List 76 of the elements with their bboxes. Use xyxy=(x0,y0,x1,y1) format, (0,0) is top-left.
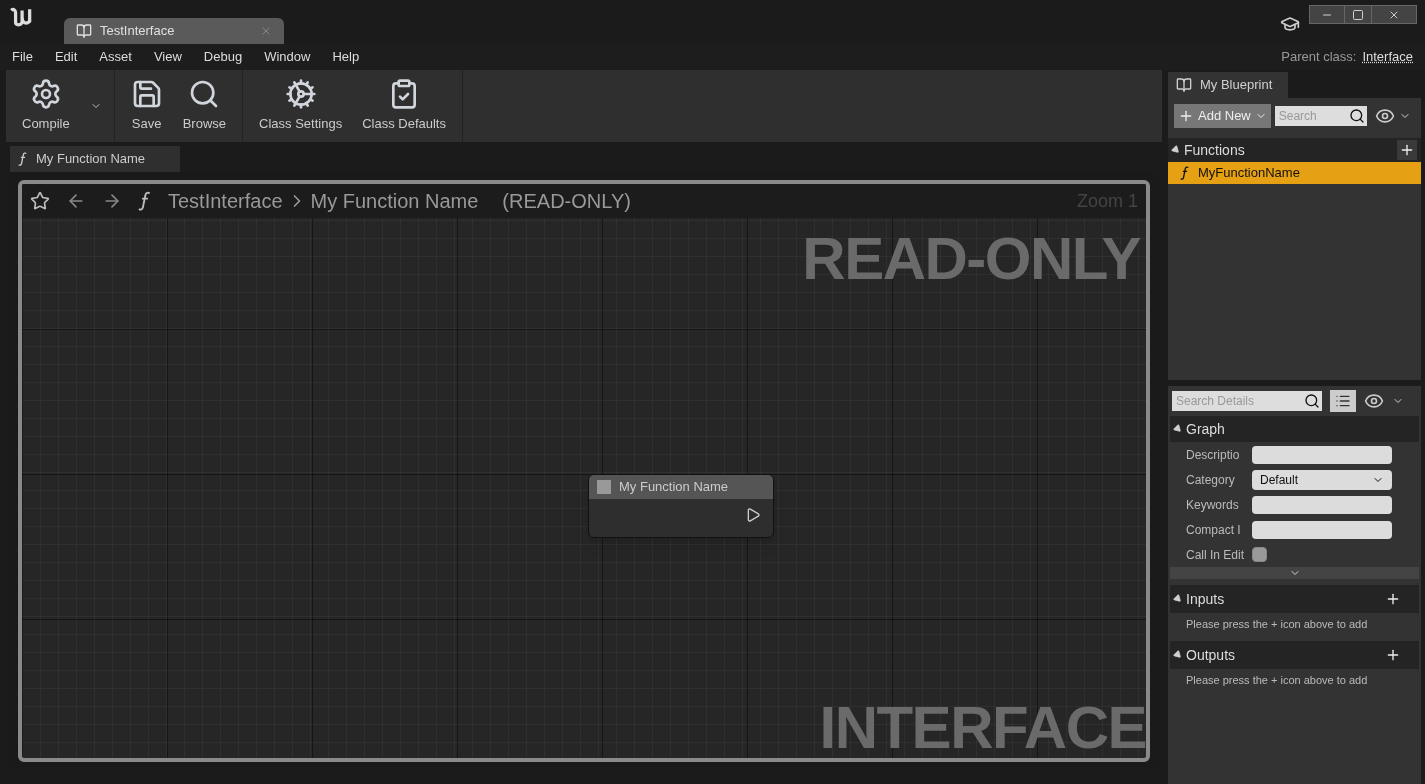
read-only-label: (READ-ONLY) xyxy=(502,189,631,214)
collapse-icon xyxy=(1172,593,1184,605)
read-only-overlay: READ-ONLY xyxy=(802,224,1140,294)
section-header[interactable]: Functions xyxy=(1168,138,1421,162)
plus-icon xyxy=(1178,108,1194,124)
property-label: Descriptio xyxy=(1185,446,1241,464)
interface-overlay: INTERFACE xyxy=(819,698,1146,758)
search-icon[interactable] xyxy=(1346,106,1367,126)
category-dropdown[interactable]: Default xyxy=(1252,469,1392,490)
section-title: Inputs xyxy=(1186,589,1226,609)
function-icon xyxy=(1180,165,1190,181)
toolbar-button[interactable]: Browse xyxy=(178,78,231,134)
search-details-field[interactable]: Search Details xyxy=(1172,391,1302,411)
breadcrumb-item[interactable]: TestInterface xyxy=(168,186,283,216)
menu-item[interactable]: Asset xyxy=(99,47,132,67)
text-field[interactable] xyxy=(1252,520,1392,539)
menu-item[interactable]: Edit xyxy=(54,47,78,67)
add-button[interactable] xyxy=(1397,140,1417,160)
function-icon xyxy=(138,190,152,212)
toolbar-button[interactable]: Class Settings xyxy=(255,78,347,134)
property-label: Keywords xyxy=(1185,496,1240,514)
function-node[interactable]: My Function Name xyxy=(588,474,774,538)
list-icon xyxy=(1335,393,1351,409)
minimize-button[interactable] xyxy=(1310,6,1344,23)
function-icon xyxy=(18,151,28,167)
hint-text: Please press the + icon above to add xyxy=(1186,616,1368,632)
property-label: Category xyxy=(1185,471,1236,489)
property-label: Call In Edit xyxy=(1185,546,1246,564)
hint-text: Please press the + icon above to add xyxy=(1186,672,1368,688)
eye-icon[interactable] xyxy=(1374,106,1395,126)
section-title: Functions xyxy=(1184,140,1246,160)
toolbar-button[interactable]: Compile xyxy=(18,78,74,134)
menu-item[interactable]: Help xyxy=(332,47,360,67)
tab-title: TestInterface xyxy=(100,22,176,41)
search-icon[interactable] xyxy=(1302,391,1322,411)
property-label: Compact I xyxy=(1185,521,1242,539)
parent-class-link[interactable]: Interface xyxy=(1362,47,1413,67)
exec-pin-icon[interactable] xyxy=(745,507,761,523)
function-name: MyFunctionName xyxy=(1198,164,1300,183)
collapse-icon xyxy=(1172,649,1184,661)
section-title: Graph xyxy=(1186,419,1225,439)
collapse-icon xyxy=(1172,423,1184,435)
menu-item[interactable]: Debug xyxy=(203,47,243,67)
node-icon xyxy=(597,480,611,494)
maximize-icon xyxy=(1352,8,1364,21)
section-header[interactable]: Inputs xyxy=(1170,585,1419,613)
breadcrumb-item[interactable]: My Function Name xyxy=(310,186,479,216)
checkbox[interactable] xyxy=(1252,547,1267,562)
menu-item[interactable]: View xyxy=(153,47,182,67)
collapse-icon xyxy=(1170,144,1182,156)
section-header[interactable]: Graph xyxy=(1170,416,1419,442)
gear-icon xyxy=(284,78,317,111)
document-tab[interactable]: TestInterface xyxy=(64,18,284,44)
tab-title: My Function Name xyxy=(36,150,147,169)
eye-icon[interactable] xyxy=(1364,391,1384,411)
toolbar-button[interactable]: Class Defaults xyxy=(358,78,450,134)
text-field[interactable] xyxy=(1252,495,1392,514)
add-new-button[interactable]: Add New xyxy=(1174,104,1271,128)
table-view-button[interactable] xyxy=(1330,390,1356,412)
book-icon xyxy=(1176,77,1192,93)
graph-tab[interactable]: My Function Name xyxy=(10,146,180,172)
maximize-button[interactable] xyxy=(1344,6,1372,23)
tab-title: My Blueprint xyxy=(1200,76,1273,95)
text-field[interactable] xyxy=(1252,445,1392,464)
search-field[interactable]: Search xyxy=(1274,106,1347,126)
function-item[interactable]: MyFunctionName xyxy=(1168,162,1421,184)
node-title: My Function Name xyxy=(619,478,729,497)
mortarboard-icon[interactable] xyxy=(1280,14,1300,34)
parent-class-label: Parent class: xyxy=(1281,48,1357,67)
section-title: Outputs xyxy=(1186,645,1237,665)
panel-tab[interactable]: My Blueprint xyxy=(1168,72,1288,98)
star-icon[interactable] xyxy=(30,191,50,211)
menu-item[interactable]: Window xyxy=(264,47,311,67)
section-header[interactable]: Outputs xyxy=(1170,641,1419,669)
menu-item[interactable]: File xyxy=(12,47,33,67)
toolbar-button[interactable]: Save xyxy=(126,78,167,134)
